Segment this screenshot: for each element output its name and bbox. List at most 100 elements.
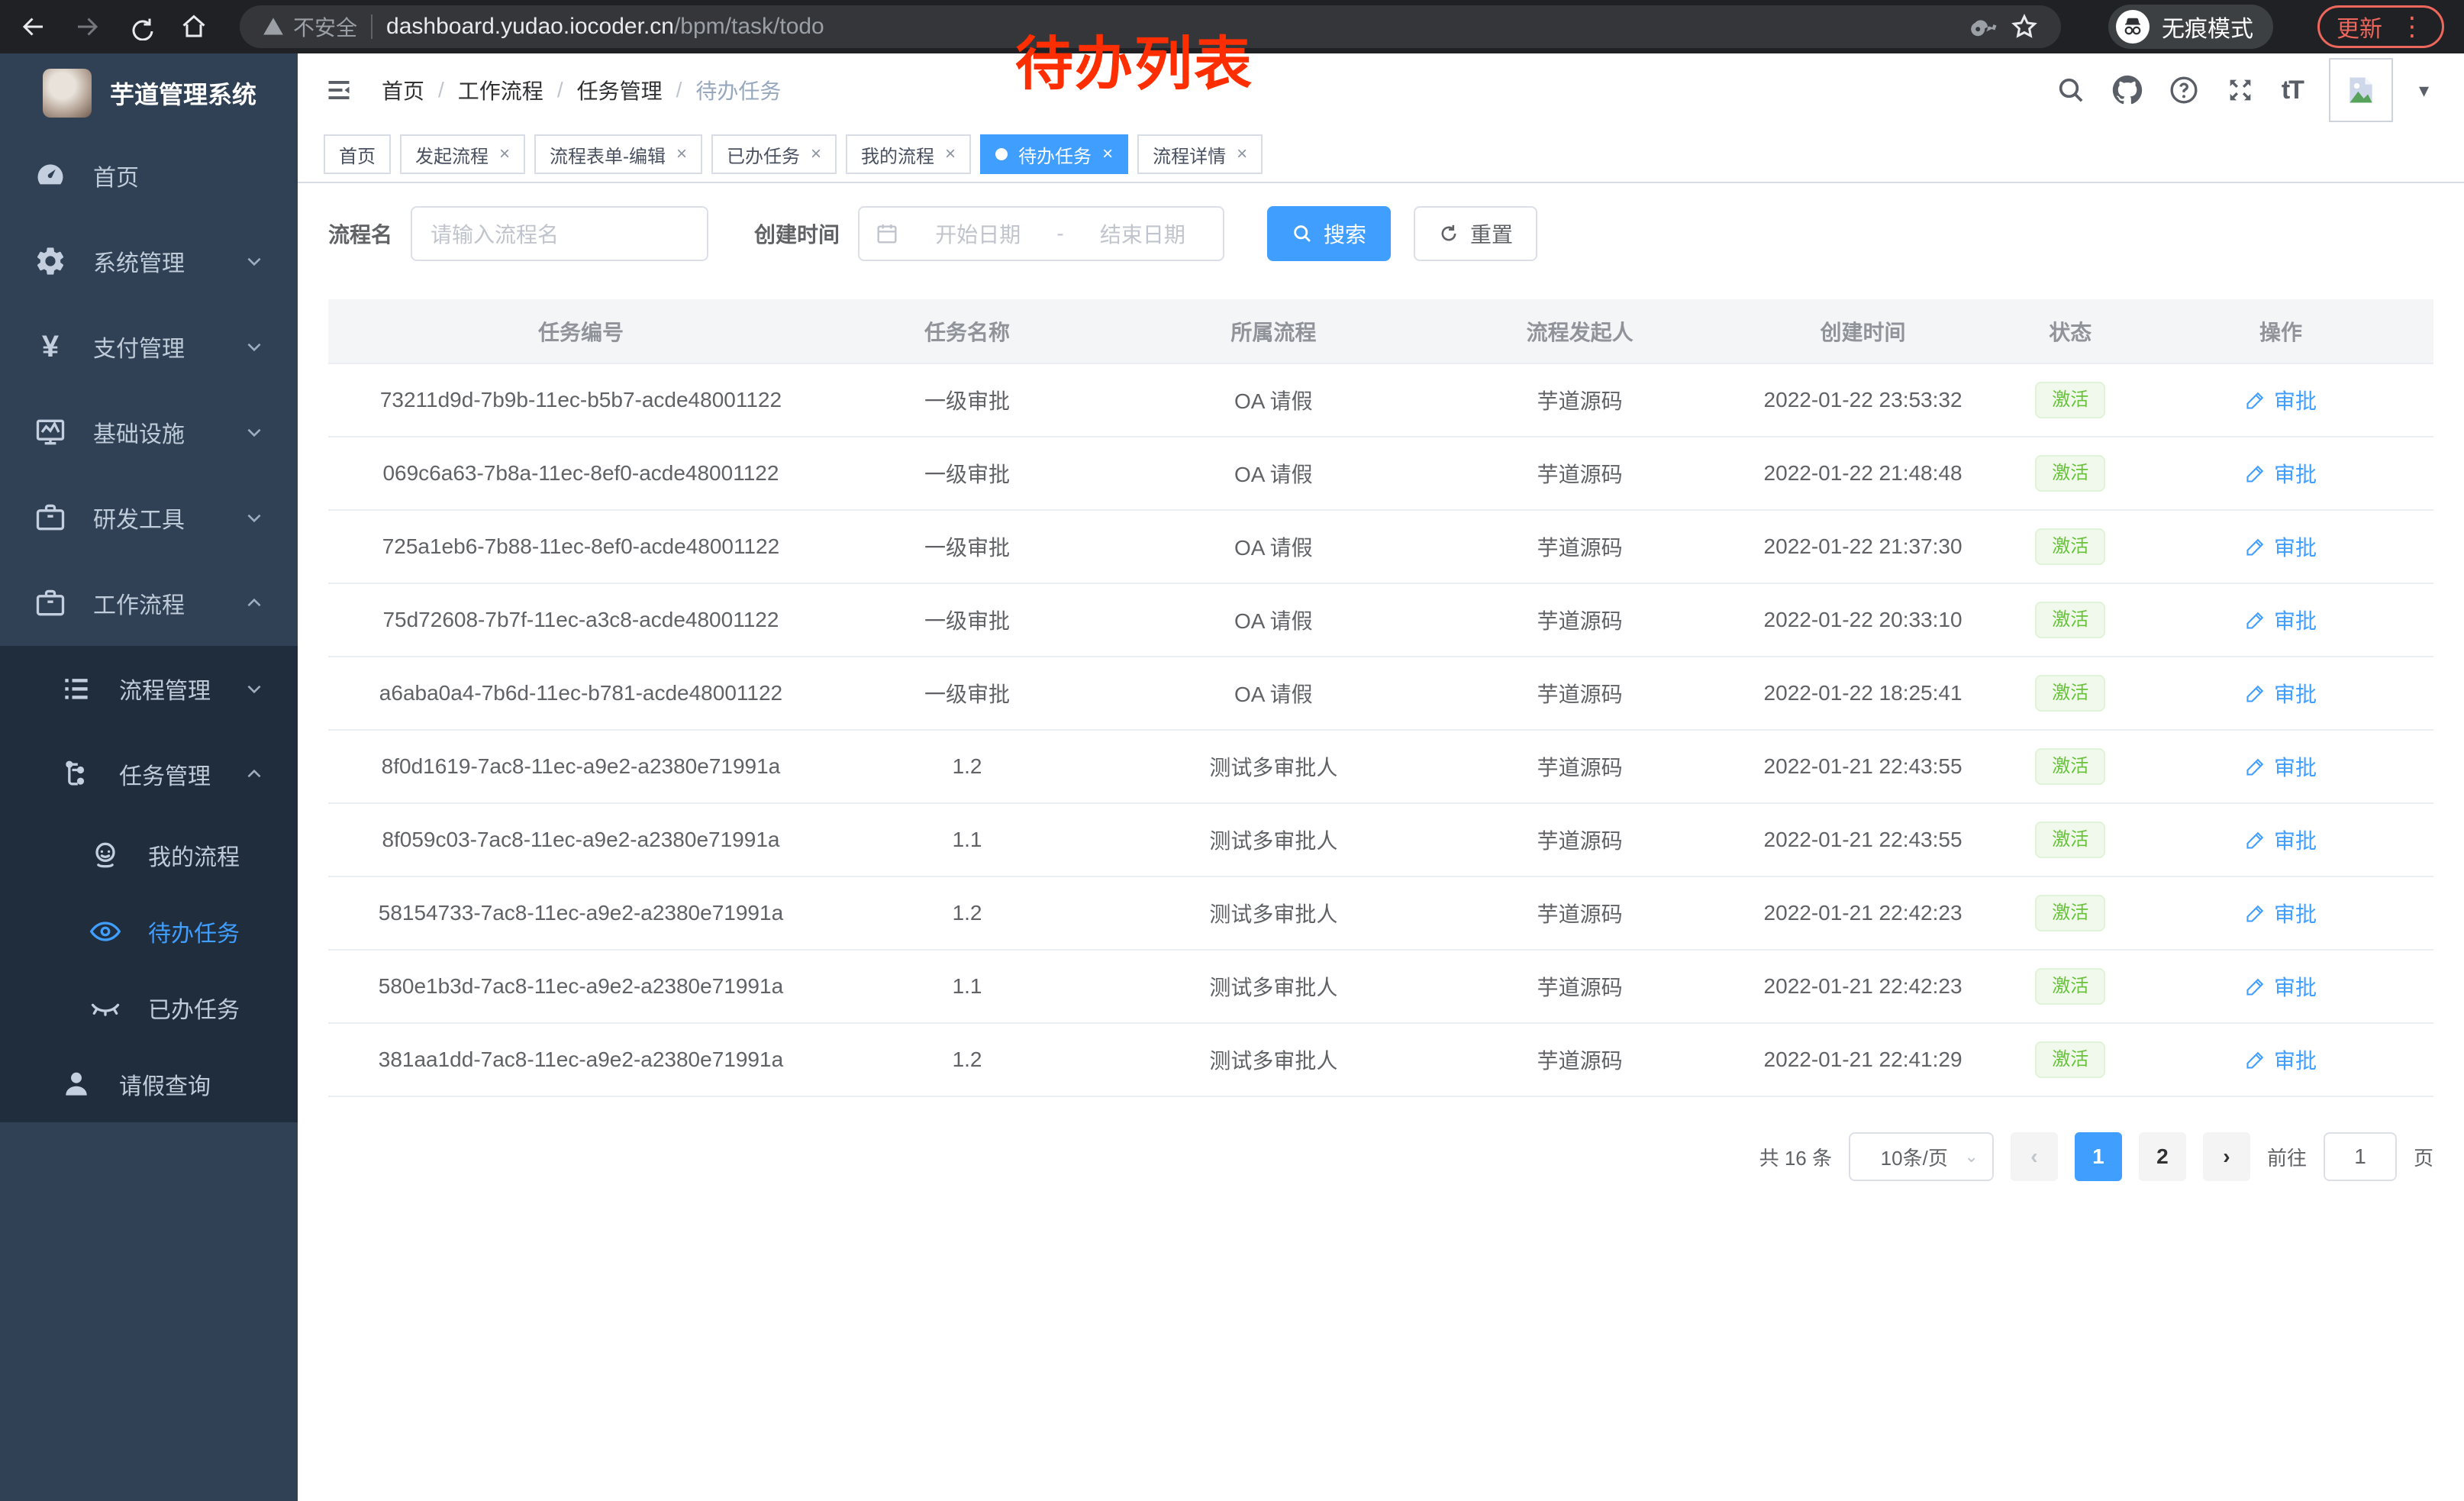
avatar[interactable] (2329, 58, 2393, 122)
forward-icon[interactable] (73, 13, 101, 40)
close-icon[interactable]: × (499, 144, 510, 165)
close-icon[interactable]: × (676, 144, 687, 165)
table-row: 069c6a63-7b8a-11ec-8ef0-acde48001122一级审批… (328, 437, 2433, 510)
end-date-placeholder[interactable]: 结束日期 (1078, 218, 1208, 249)
approve-link[interactable]: 审批 (2245, 385, 2317, 415)
sidebar-item-todo-tasks[interactable]: 待办任务 (0, 893, 298, 970)
password-key-icon[interactable] (1969, 13, 1997, 40)
cell-id: 58154733-7ac8-11ec-a9e2-a2380e71991a (379, 901, 783, 925)
collapse-sidebar-icon[interactable] (324, 76, 354, 104)
browser-menu-icon[interactable]: ⋮ (2399, 14, 2425, 40)
fullscreen-icon[interactable] (2225, 75, 2256, 105)
app-header: 首页 / 工作流程 / 任务管理 / 待办任务 tT (298, 53, 2464, 127)
github-icon[interactable] (2112, 75, 2143, 105)
tab-form-edit[interactable]: 流程表单-编辑× (534, 134, 702, 174)
tab-done-tasks[interactable]: 已办任务× (711, 134, 837, 174)
sidebar-logo[interactable]: 芋道管理系统 (0, 53, 298, 133)
breadcrumb: 首页 / 工作流程 / 任务管理 / 待办任务 (382, 75, 781, 105)
page-button-1[interactable]: 1 (2075, 1132, 2122, 1181)
help-icon[interactable] (2169, 75, 2199, 105)
task-table-body: 73211d9d-7b9b-11ec-b5b7-acde48001122一级审批… (328, 363, 2433, 1096)
search-button[interactable]: 搜索 (1267, 206, 1391, 261)
next-page-button[interactable]: › (2203, 1132, 2250, 1181)
avatar-caret-icon[interactable]: ▾ (2419, 79, 2429, 102)
close-icon[interactable]: × (1102, 144, 1113, 165)
breadcrumb-current: 待办任务 (695, 75, 781, 105)
reset-button[interactable]: 重置 (1414, 206, 1537, 261)
cell-starter: 芋道源码 (1537, 609, 1623, 633)
sidebar-item-infra[interactable]: 基础设施 (0, 389, 298, 475)
edit-icon (2245, 829, 2266, 851)
status-badge: 激活 (2035, 1041, 2105, 1078)
approve-link[interactable]: 审批 (2245, 825, 2317, 855)
col-task-name: 任务名称 (834, 299, 1101, 363)
goto-page-input[interactable]: 1 (2324, 1132, 2397, 1181)
calendar-icon (875, 221, 899, 246)
approve-link[interactable]: 审批 (2245, 898, 2317, 928)
sidebar-item-devtools[interactable]: 研发工具 (0, 475, 298, 560)
date-range-picker[interactable]: 开始日期 - 结束日期 (858, 206, 1224, 261)
sidebar-item-done-tasks[interactable]: 已办任务 (0, 970, 298, 1046)
sidebar-item-label: 首页 (93, 159, 139, 192)
bookmark-star-icon[interactable] (2011, 13, 2038, 40)
page-button-2[interactable]: 2 (2139, 1132, 2186, 1181)
approve-link[interactable]: 审批 (2245, 531, 2317, 562)
sidebar-item-system[interactable]: 系统管理 (0, 218, 298, 304)
sidebar-menu: 首页 系统管理 ¥ 支付管理 基础设施 (0, 133, 298, 1501)
approve-link[interactable]: 审批 (2245, 751, 2317, 782)
tab-home[interactable]: 首页 (324, 134, 391, 174)
approve-link[interactable]: 审批 (2245, 605, 2317, 635)
briefcase-icon (34, 586, 67, 620)
approve-link[interactable]: 审批 (2245, 971, 2317, 1002)
tab-process-detail[interactable]: 流程详情× (1137, 134, 1263, 174)
tab-todo-tasks[interactable]: 待办任务× (980, 134, 1128, 174)
goto-suffix: 页 (2414, 1143, 2433, 1171)
page-content: 流程名 请输入流程名 创建时间 开始日期 - 结束日期 搜索 (298, 183, 2464, 1501)
approve-link[interactable]: 审批 (2245, 458, 2317, 489)
sidebar-item-workflow[interactable]: 工作流程 (0, 560, 298, 646)
status-badge: 激活 (2035, 382, 2105, 418)
status-badge: 激活 (2035, 895, 2105, 931)
close-icon[interactable]: × (945, 144, 956, 165)
cell-starter: 芋道源码 (1537, 976, 1623, 999)
chevron-down-icon (244, 679, 264, 699)
sidebar-item-label: 任务管理 (119, 757, 211, 791)
sidebar-item-leave-query[interactable]: 请假查询 (0, 1046, 298, 1122)
home-icon[interactable] (180, 13, 208, 40)
font-size-icon[interactable]: tT (2282, 76, 2303, 105)
breadcrumb-workflow[interactable]: 工作流程 (458, 75, 543, 105)
search-icon[interactable] (2056, 75, 2086, 105)
sidebar-item-home[interactable]: 首页 (0, 133, 298, 218)
breadcrumb-home[interactable]: 首页 (382, 75, 424, 105)
status-badge: 激活 (2035, 528, 2105, 565)
process-name-input[interactable]: 请输入流程名 (411, 206, 708, 261)
sidebar-item-process-mgmt[interactable]: 流程管理 (0, 646, 298, 731)
edit-icon (2245, 1049, 2266, 1070)
reload-icon[interactable] (127, 13, 154, 40)
close-icon[interactable]: × (1237, 144, 1247, 165)
incognito-label: 无痕模式 (2162, 10, 2253, 44)
tab-start-process[interactable]: 发起流程× (400, 134, 525, 174)
approve-link[interactable]: 审批 (2245, 678, 2317, 709)
sidebar-item-my-process[interactable]: 我的流程 (0, 817, 298, 893)
toolbox-icon (34, 501, 67, 534)
breadcrumb-task-mgmt[interactable]: 任务管理 (577, 75, 663, 105)
approve-link[interactable]: 审批 (2245, 1044, 2317, 1075)
page-size-select[interactable]: 10条/页 ⌄ (1849, 1132, 1994, 1181)
sidebar-item-task-mgmt[interactable]: 任务管理 (0, 731, 298, 817)
status-badge: 激活 (2035, 968, 2105, 1005)
tab-my-process[interactable]: 我的流程× (846, 134, 971, 174)
start-date-placeholder[interactable]: 开始日期 (913, 218, 1043, 249)
security-warning[interactable]: 不安全 (263, 11, 357, 42)
cell-id: 75d72608-7b7f-11ec-a3c8-acde48001122 (382, 608, 779, 631)
cell-id: 73211d9d-7b9b-11ec-b5b7-acde48001122 (380, 388, 782, 412)
sidebar-item-payment[interactable]: ¥ 支付管理 (0, 304, 298, 389)
cell-process: 测试多审批人 (1209, 902, 1337, 926)
status-badge: 激活 (2035, 748, 2105, 785)
back-icon[interactable] (20, 13, 47, 40)
goto-label: 前往 (2267, 1143, 2307, 1171)
cell-name: 1.2 (953, 901, 982, 925)
close-icon[interactable]: × (811, 144, 821, 165)
browser-update-button[interactable]: 更新 ⋮ (2317, 5, 2444, 48)
prev-page-button[interactable]: ‹ (2011, 1132, 2058, 1181)
